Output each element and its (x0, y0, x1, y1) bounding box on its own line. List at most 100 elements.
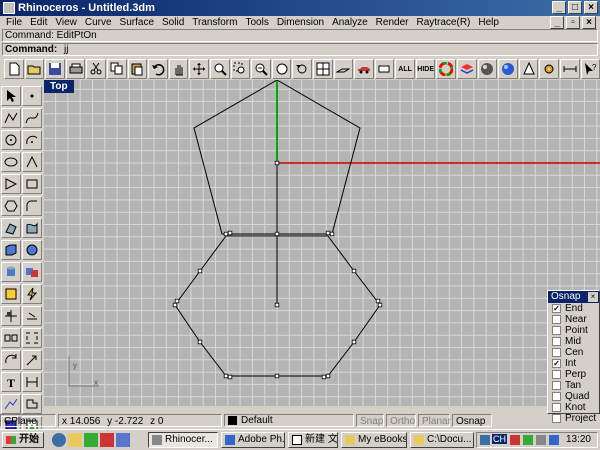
quicklaunch-icon[interactable] (100, 433, 114, 447)
open-folder-icon[interactable] (24, 59, 45, 79)
spotlight-icon[interactable] (518, 59, 539, 79)
arc-icon[interactable] (22, 130, 42, 150)
cylinder-icon[interactable] (1, 262, 21, 282)
doc-restore-button[interactable]: ▫ (566, 16, 580, 29)
clock[interactable]: 13:20 (566, 434, 591, 445)
zoom-dynamic-icon[interactable] (209, 59, 230, 79)
surface-corner-icon[interactable] (1, 218, 21, 238)
menu-surface[interactable]: Surface (116, 17, 158, 29)
sphere-solid-icon[interactable] (22, 240, 42, 260)
task-rhinoceros[interactable]: Rhinocer... (148, 432, 218, 448)
osnap-option-point[interactable]: Point (548, 325, 599, 336)
desktop-icon[interactable] (84, 433, 98, 447)
select-all-button[interactable]: ALL (395, 59, 415, 79)
osnap-checkbox[interactable] (552, 392, 561, 401)
save-icon[interactable] (45, 59, 65, 79)
osnap-option-project[interactable]: Project (548, 413, 599, 424)
osnap-checkbox[interactable]: ✓ (552, 304, 561, 313)
doc-minimize-button[interactable]: _ (550, 16, 564, 29)
menu-analyze[interactable]: Analyze (328, 17, 372, 29)
command-input[interactable]: jj (64, 44, 68, 55)
osnap-checkbox[interactable] (552, 403, 561, 412)
osnap-option-mid[interactable]: Mid (548, 336, 599, 347)
osnap-option-int[interactable]: ✓ Int (548, 358, 599, 369)
lightning-icon[interactable] (22, 284, 42, 304)
text-icon[interactable]: T (1, 372, 21, 392)
curve-icon[interactable] (22, 108, 42, 128)
zoom-window-icon[interactable] (230, 59, 251, 79)
box-solid-icon[interactable] (1, 240, 21, 260)
snap-toggle[interactable]: Snap (356, 414, 384, 427)
ellipse-icon[interactable] (1, 152, 21, 172)
mesh-icon[interactable] (1, 284, 21, 304)
rhino-app-icon[interactable] (3, 2, 15, 14)
layers-icon[interactable] (457, 59, 477, 79)
menu-tools[interactable]: Tools (241, 17, 272, 29)
task-new-document[interactable]: 新建 文... (288, 432, 338, 448)
menu-transform[interactable]: Transform (188, 17, 241, 29)
fillet-curve-icon[interactable] (22, 196, 42, 216)
join-icon[interactable] (1, 328, 21, 348)
layer-status[interactable]: Default (224, 414, 354, 427)
osnap-option-tan[interactable]: Tan (548, 380, 599, 391)
menu-curve[interactable]: Curve (81, 17, 116, 29)
undo-view-icon[interactable] (292, 59, 312, 79)
new-file-icon[interactable] (4, 59, 24, 79)
menu-render[interactable]: Render (372, 17, 413, 29)
maximize-button[interactable]: □ (568, 1, 582, 14)
help-arrow-icon[interactable]: ? (580, 59, 600, 79)
rotate-icon[interactable] (1, 350, 21, 370)
menu-file[interactable]: File (2, 17, 26, 29)
car-shaded-icon[interactable] (354, 59, 374, 79)
osnap-option-perp[interactable]: Perp (548, 369, 599, 380)
cut-icon[interactable] (86, 59, 106, 79)
block-icon[interactable] (22, 394, 42, 414)
command-line[interactable]: Command: jj (2, 43, 598, 56)
ie-icon[interactable] (52, 433, 66, 447)
osnap-option-end[interactable]: ✓ End (548, 303, 599, 314)
menu-help[interactable]: Help (474, 17, 503, 29)
tray-app-icon[interactable] (523, 435, 533, 445)
cplane-icon[interactable] (333, 59, 354, 79)
task-documents[interactable]: C:\Docu... (410, 432, 474, 448)
menu-view[interactable]: View (51, 17, 81, 29)
osnap-checkbox[interactable] (552, 326, 561, 335)
volume-icon[interactable] (536, 435, 546, 445)
analyze-icon[interactable] (1, 394, 21, 414)
polygon-icon[interactable] (1, 174, 21, 194)
zoom-extents-icon[interactable] (251, 59, 271, 79)
rectangle-icon[interactable] (22, 174, 42, 194)
split-icon[interactable] (22, 306, 42, 326)
copy-icon[interactable] (106, 59, 127, 79)
planar-toggle[interactable]: Planar (418, 414, 451, 427)
explorer-icon[interactable] (68, 433, 82, 447)
four-viewports-icon[interactable] (312, 59, 333, 79)
antivirus-icon[interactable] (510, 435, 520, 445)
osnap-option-knot[interactable]: Knot (548, 402, 599, 413)
osnap-option-near[interactable]: Near (548, 314, 599, 325)
menu-solid[interactable]: Solid (158, 17, 188, 29)
osnap-close-button[interactable]: × (588, 292, 598, 302)
top-viewport[interactable]: y x Top (44, 80, 600, 406)
render-sphere-icon[interactable] (477, 59, 498, 79)
trim-icon[interactable] (1, 306, 21, 326)
surface-edge-icon[interactable] (22, 218, 42, 238)
zoom-selected-icon[interactable] (271, 59, 292, 79)
pan-hand-icon[interactable] (168, 59, 189, 79)
dimension-icon[interactable] (22, 372, 42, 392)
rotate-view-icon[interactable] (189, 59, 209, 79)
viewport-canvas[interactable]: y x (44, 80, 600, 406)
start-button[interactable]: 开始 (2, 432, 44, 448)
viewport-title[interactable]: Top (44, 80, 74, 93)
polyline-icon[interactable] (1, 108, 21, 128)
curve-edit-icon[interactable] (22, 152, 42, 172)
ortho-toggle[interactable]: Ortho (386, 414, 416, 427)
scale-icon[interactable] (22, 350, 42, 370)
close-button[interactable]: × (584, 1, 598, 14)
osnap-checkbox[interactable] (552, 315, 561, 324)
tray-shield-icon[interactable] (549, 435, 559, 445)
menu-dimension[interactable]: Dimension (273, 17, 328, 29)
color-wheel-icon[interactable] (436, 59, 457, 79)
hide-button[interactable]: HIDE (415, 59, 436, 79)
osnap-checkbox[interactable] (552, 381, 561, 390)
